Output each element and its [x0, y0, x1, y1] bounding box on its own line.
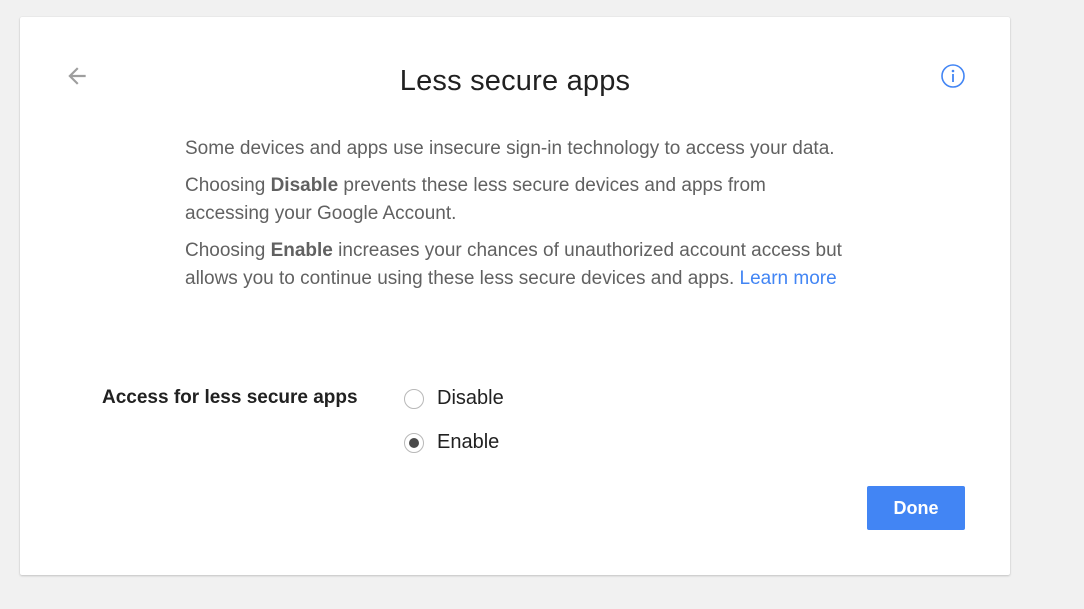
radio-button-enable[interactable] — [404, 432, 424, 453]
description-paragraph-2: Choosing Disable prevents these less sec… — [185, 172, 850, 228]
description-paragraph-1: Some devices and apps use insecure sign-… — [185, 138, 835, 159]
radio-button-disable[interactable] — [404, 388, 424, 409]
p2-prefix: Choosing — [185, 175, 271, 196]
radio-enable[interactable]: Enable — [404, 431, 499, 454]
radio-label-enable: Enable — [437, 431, 500, 453]
learn-more-link[interactable]: Learn more — [740, 268, 837, 289]
radio-label-disable: Disable — [437, 387, 504, 409]
radio-disable[interactable]: Disable — [404, 387, 504, 410]
description-paragraph-3: Choosing Enable increases your chances o… — [185, 237, 850, 293]
radio-selected-dot — [409, 437, 419, 448]
done-button[interactable]: Done — [867, 486, 965, 530]
p3-bold: Enable — [270, 240, 333, 261]
page-title: Less secure apps — [399, 65, 631, 97]
info-button[interactable] — [938, 61, 968, 91]
description: Some devices and apps use insecure sign-… — [185, 135, 850, 302]
less-secure-apps-dialog: Less secure apps Some devices and apps u… — [20, 17, 1010, 575]
info-icon — [941, 64, 965, 88]
setting-label: Access for less secure apps — [102, 387, 358, 408]
p3-prefix: Choosing — [185, 240, 271, 261]
p2-bold: Disable — [270, 175, 339, 196]
